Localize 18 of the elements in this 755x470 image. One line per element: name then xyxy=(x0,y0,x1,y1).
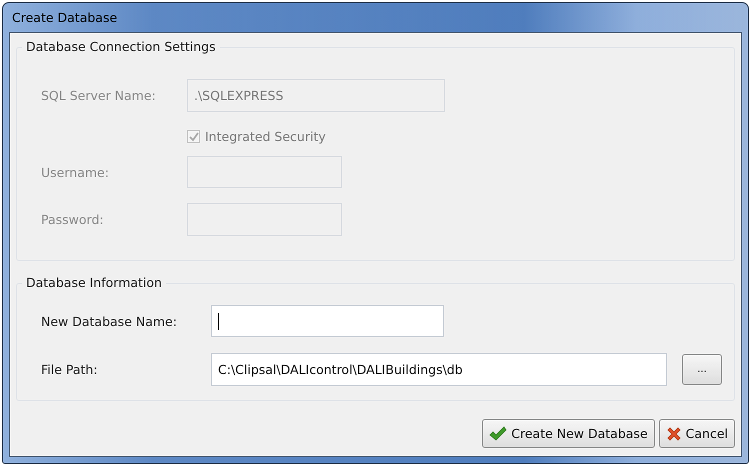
group-title: Database Connection Settings xyxy=(22,39,220,54)
password-field[interactable] xyxy=(187,203,342,236)
checkmark-icon xyxy=(489,426,508,442)
create-button[interactable]: Create New Database xyxy=(482,419,655,448)
cancel-button[interactable]: Cancel xyxy=(658,419,735,448)
browse-button[interactable]: ... xyxy=(682,354,722,385)
database-name-field[interactable] xyxy=(211,305,444,337)
field-label: File Path: xyxy=(41,362,99,377)
field-label: New Database Name: xyxy=(41,314,178,328)
file-path-field[interactable]: C:\Clipsal\DALIcontrol\DALIBuildings\db xyxy=(211,353,667,386)
field-label: SQL Server Name: xyxy=(41,88,157,103)
username-field[interactable] xyxy=(187,156,342,188)
window-title: Create Database xyxy=(12,10,118,25)
field-label: Password: xyxy=(41,212,105,227)
close-icon xyxy=(666,426,682,442)
group-title: Database Information xyxy=(22,275,166,290)
field-label: Username: xyxy=(41,164,110,180)
checkbox-label: Integrated Security xyxy=(205,129,326,144)
